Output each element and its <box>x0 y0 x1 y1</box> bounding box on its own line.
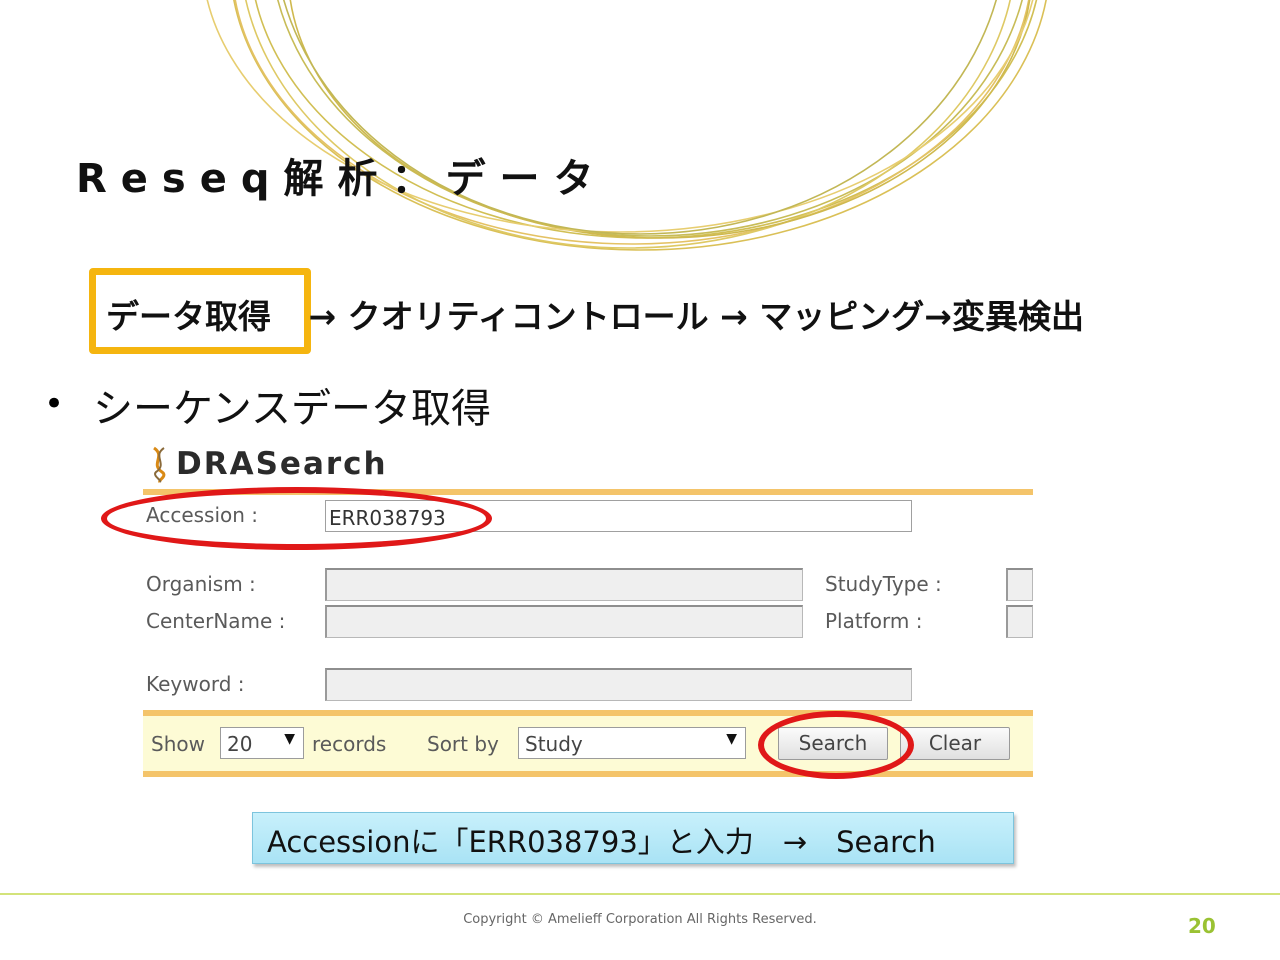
slide-title: Reseq解析：データ <box>76 156 608 202</box>
show-select[interactable]: 20 ▼ <box>220 727 304 759</box>
records-label: records <box>312 732 387 756</box>
instruction-callout: Accessionに「ERR038793」と入力 → Search <box>252 812 1014 864</box>
dropdown-caret-icon: ▼ <box>726 731 737 747</box>
keyword-label: Keyword : <box>146 672 245 696</box>
copyright-text: Copyright © Amelieff Corporation All Rig… <box>463 912 817 927</box>
steps-remaining: → クオリティコントロール → マッピング→変異検出 <box>308 297 1084 336</box>
show-label: Show <box>151 732 205 756</box>
bullet-dot: • <box>44 384 65 424</box>
footer-divider <box>0 893 1280 895</box>
platform-select[interactable] <box>1006 605 1033 638</box>
centername-label: CenterName : <box>146 609 286 633</box>
dropdown-caret-icon: ▼ <box>284 731 295 747</box>
keyword-input[interactable] <box>325 668 912 701</box>
bullet-text: シーケンスデータ取得 <box>93 386 491 432</box>
organism-input[interactable] <box>325 568 803 601</box>
dra-logo: DRASearch <box>146 444 388 484</box>
organism-label: Organism : <box>146 572 256 596</box>
platform-label: Platform : <box>825 609 923 633</box>
logo-text: DRASearch <box>176 446 388 482</box>
step-current: データ取得 <box>106 297 271 336</box>
workflow-steps: データ取得 → クオリティコントロール → マッピング→変異検出 <box>106 290 1084 338</box>
dna-helix-icon <box>153 446 166 484</box>
show-value: 20 <box>227 732 253 756</box>
page-number: 20 <box>1188 914 1216 938</box>
studytype-select[interactable] <box>1006 568 1033 601</box>
centername-input[interactable] <box>325 605 803 638</box>
clear-button[interactable]: Clear <box>900 727 1010 760</box>
sortby-label: Sort by <box>427 732 499 756</box>
sortby-value: Study <box>525 732 583 756</box>
decorative-rings <box>206 0 1047 251</box>
search-annotation-ring <box>758 711 914 779</box>
sortby-select[interactable]: Study ▼ <box>518 727 746 759</box>
studytype-label: StudyType : <box>825 572 942 596</box>
toolbar-rule-bottom <box>143 771 1033 777</box>
accession-annotation-ring <box>101 487 492 550</box>
